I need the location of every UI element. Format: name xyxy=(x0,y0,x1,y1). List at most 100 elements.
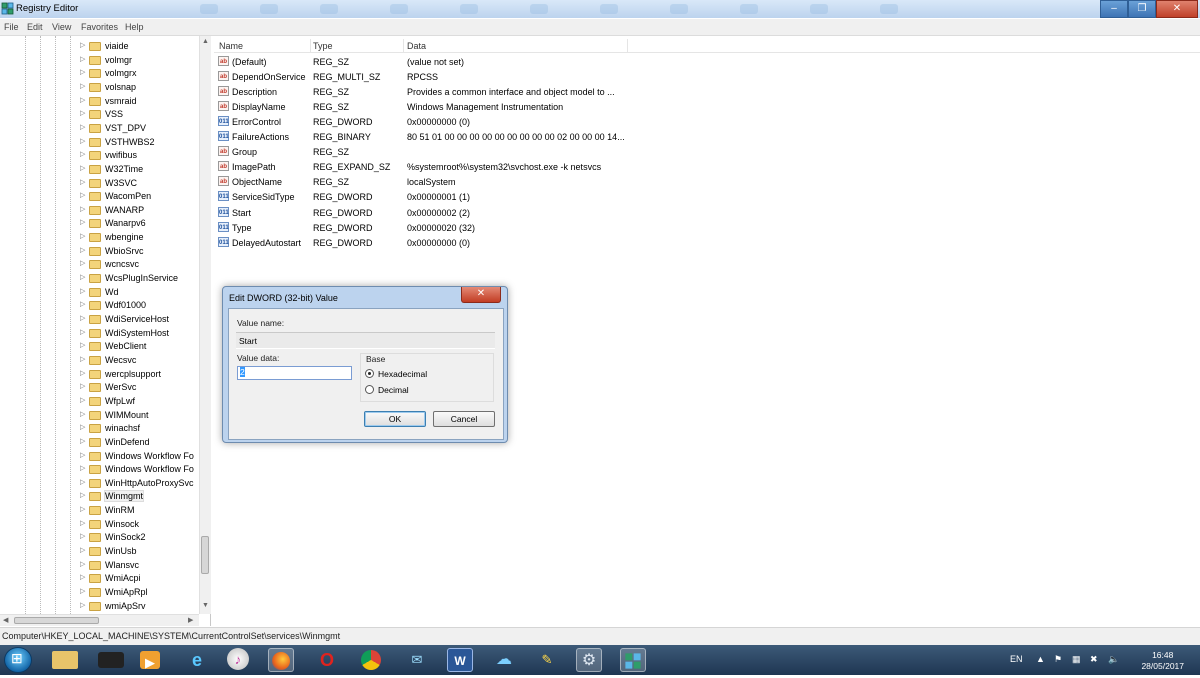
value-row[interactable]: ab Description REG_SZ Provides a common int… xyxy=(214,84,814,99)
ok-button[interactable]: OK xyxy=(364,411,426,427)
column-data[interactable]: Data xyxy=(407,41,426,51)
paint-icon[interactable]: ✎ xyxy=(534,648,560,672)
tree-item[interactable]: ▷ VSS xyxy=(80,108,208,121)
minimize-button[interactable]: – xyxy=(1100,0,1128,18)
expand-arrow-icon[interactable]: ▷ xyxy=(80,423,85,431)
start-button[interactable] xyxy=(4,647,32,673)
settings-icon[interactable]: ⚙ xyxy=(576,648,602,672)
value-row[interactable]: ab (Default) REG_SZ (value not set) xyxy=(214,54,814,69)
expand-arrow-icon[interactable]: ▷ xyxy=(80,410,85,418)
menu-help[interactable]: Help xyxy=(125,22,144,32)
expand-arrow-icon[interactable]: ▷ xyxy=(80,109,85,117)
menu-favorites[interactable]: Favorites xyxy=(81,22,118,32)
scrollbar-thumb[interactable] xyxy=(14,617,99,624)
tree-horizontal-scrollbar[interactable]: ◀ ▶ xyxy=(0,614,199,626)
value-row[interactable]: ab DisplayName REG_SZ Windows Management In… xyxy=(214,99,814,114)
value-row[interactable]: 011 Start REG_DWORD 0x00000002 (2) xyxy=(214,205,814,220)
scroll-down-arrow-icon[interactable]: ▼ xyxy=(202,602,209,609)
expand-arrow-icon[interactable]: ▷ xyxy=(80,491,85,499)
expand-arrow-icon[interactable]: ▷ xyxy=(80,396,85,404)
tree-item[interactable]: ▷ WmiApRpl xyxy=(80,586,208,599)
tree-item[interactable]: ▷ WinHttpAutoProxySvc xyxy=(80,477,208,490)
tree-item[interactable]: ▷ WinUsb xyxy=(80,545,208,558)
tree-item[interactable]: ▷ WbioSrvc xyxy=(80,245,208,258)
tree-item[interactable]: ▷ WdiServiceHost xyxy=(80,313,208,326)
chrome-icon[interactable] xyxy=(358,648,384,672)
expand-arrow-icon[interactable]: ▷ xyxy=(80,587,85,595)
expand-arrow-icon[interactable]: ▷ xyxy=(80,205,85,213)
expand-arrow-icon[interactable]: ▷ xyxy=(80,328,85,336)
expand-arrow-icon[interactable]: ▷ xyxy=(80,137,85,145)
dialog-close-button[interactable]: ✕ xyxy=(461,287,501,303)
tree-item[interactable]: ▷ volmgrx xyxy=(80,67,208,80)
scroll-up-arrow-icon[interactable]: ▲ xyxy=(202,38,209,45)
expand-arrow-icon[interactable]: ▷ xyxy=(80,355,85,363)
expand-arrow-icon[interactable]: ▷ xyxy=(80,532,85,540)
expand-arrow-icon[interactable]: ▷ xyxy=(80,41,85,49)
tree-item[interactable]: ▷ WfpLwf xyxy=(80,395,208,408)
tree-item[interactable]: ▷ Windows Workflow Fo xyxy=(80,463,208,476)
maximize-button[interactable]: ❐ xyxy=(1128,0,1156,18)
expand-arrow-icon[interactable]: ▷ xyxy=(80,560,85,568)
file-explorer-icon[interactable] xyxy=(52,651,78,669)
tree-item[interactable]: ▷ vwifibus xyxy=(80,149,208,162)
warning-icon[interactable]: ✖ xyxy=(1090,654,1098,665)
tree-item[interactable]: ▷ Winmgmt xyxy=(80,490,208,503)
word-icon[interactable]: W xyxy=(447,648,473,672)
media-player-icon[interactable]: ▶ xyxy=(140,651,160,670)
expand-arrow-icon[interactable]: ▷ xyxy=(80,478,85,486)
expand-arrow-icon[interactable]: ▷ xyxy=(80,259,85,267)
tree-item[interactable]: ▷ WebClient xyxy=(80,340,208,353)
hexadecimal-label[interactable]: Hexadecimal xyxy=(378,369,427,379)
expand-arrow-icon[interactable]: ▷ xyxy=(80,382,85,390)
expand-arrow-icon[interactable]: ▷ xyxy=(80,451,85,459)
value-data-input[interactable]: 2 xyxy=(237,366,352,380)
tree-item[interactable]: ▷ Wanarpv6 xyxy=(80,217,208,230)
expand-arrow-icon[interactable]: ▷ xyxy=(80,573,85,581)
show-hidden-icons-icon[interactable]: ▲ xyxy=(1036,654,1045,664)
tree-item[interactable]: ▷ viaide xyxy=(80,40,208,53)
tree-item[interactable]: ▷ vsmraid xyxy=(80,95,208,108)
expand-arrow-icon[interactable]: ▷ xyxy=(80,164,85,172)
registry-editor-taskbar-icon[interactable] xyxy=(620,648,646,672)
expand-arrow-icon[interactable]: ▷ xyxy=(80,82,85,90)
expand-arrow-icon[interactable]: ▷ xyxy=(80,178,85,186)
tree-item[interactable]: ▷ W3SVC xyxy=(80,177,208,190)
tree-item[interactable]: ▷ WinSock2 xyxy=(80,531,208,544)
scrollbar-thumb[interactable] xyxy=(201,536,209,574)
expand-arrow-icon[interactable]: ▷ xyxy=(80,300,85,308)
expand-arrow-icon[interactable]: ▷ xyxy=(80,341,85,349)
tree-item[interactable]: ▷ Wlansvc xyxy=(80,559,208,572)
hexadecimal-radio[interactable] xyxy=(365,369,374,378)
expand-arrow-icon[interactable]: ▷ xyxy=(80,287,85,295)
itunes-icon[interactable]: ♪ xyxy=(227,648,249,670)
tree-item[interactable]: ▷ wcncsvc xyxy=(80,258,208,271)
tree-item[interactable]: ▷ WmiAcpi xyxy=(80,572,208,585)
expand-arrow-icon[interactable]: ▷ xyxy=(80,437,85,445)
tree-item[interactable]: ▷ WANARP xyxy=(80,204,208,217)
expand-arrow-icon[interactable]: ▷ xyxy=(80,546,85,554)
tree-item[interactable]: ▷ Wecsvc xyxy=(80,354,208,367)
clock[interactable]: 16:48 28/05/2017 xyxy=(1141,650,1184,672)
value-row[interactable]: ab Group REG_SZ xyxy=(214,144,814,159)
scroll-right-arrow-icon[interactable]: ▶ xyxy=(188,616,193,624)
scroll-left-arrow-icon[interactable]: ◀ xyxy=(3,616,8,624)
value-row[interactable]: 011 FailureActions REG_BINARY 80 51 01 00 0… xyxy=(214,129,814,144)
menu-edit[interactable]: Edit xyxy=(27,22,43,32)
tree-item[interactable]: ▷ wbengine xyxy=(80,231,208,244)
tree-vertical-scrollbar[interactable]: ▲ ▼ xyxy=(199,36,211,614)
opera-icon[interactable]: O xyxy=(314,648,340,672)
expand-arrow-icon[interactable]: ▷ xyxy=(80,519,85,527)
expand-arrow-icon[interactable]: ▷ xyxy=(80,369,85,377)
tree-item[interactable]: ▷ wercplsupport xyxy=(80,368,208,381)
tree-item[interactable]: ▷ WcsPlugInService xyxy=(80,272,208,285)
expand-arrow-icon[interactable]: ▷ xyxy=(80,55,85,63)
volume-icon[interactable]: 🔈 xyxy=(1108,654,1119,665)
value-row[interactable]: ab DependOnService REG_MULTI_SZ RPCSS xyxy=(214,69,814,84)
value-row[interactable]: 011 DelayedAutostart REG_DWORD 0x00000000 (… xyxy=(214,235,814,250)
expand-arrow-icon[interactable]: ▷ xyxy=(80,191,85,199)
tree-item[interactable]: ▷ volmgr xyxy=(80,54,208,67)
expand-arrow-icon[interactable]: ▷ xyxy=(80,464,85,472)
cancel-button[interactable]: Cancel xyxy=(433,411,495,427)
tree-item[interactable]: ▷ VST_DPV xyxy=(80,122,208,135)
